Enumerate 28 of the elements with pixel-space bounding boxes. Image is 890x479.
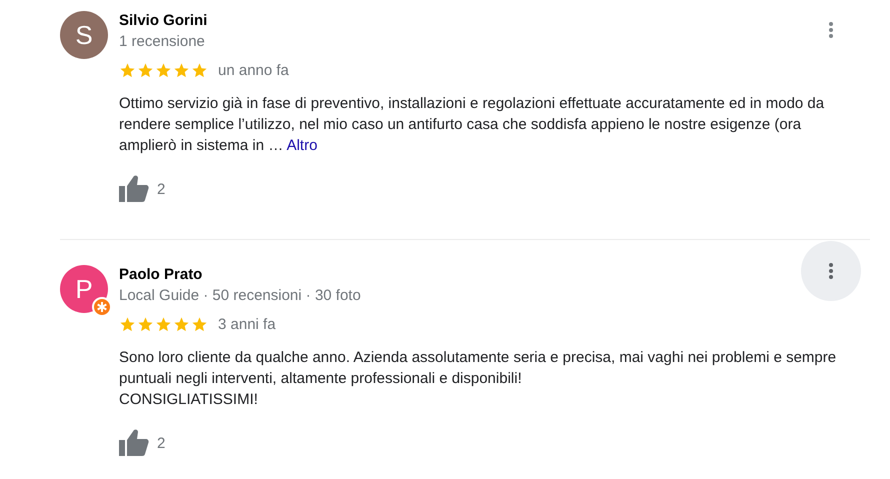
review-text: CONSIGLIATISSIMI! — [119, 390, 259, 410]
reviewer-name[interactable]: Silvio Gorini — [119, 10, 870, 31]
star-icon — [191, 316, 208, 333]
review-time: 3 anni fa — [218, 315, 276, 335]
like-count: 2 — [157, 180, 166, 200]
more-options-icon — [828, 21, 834, 39]
avatar[interactable]: P — [60, 265, 108, 313]
thumbs-up-icon[interactable] — [119, 175, 149, 203]
star-icon — [155, 62, 172, 79]
star-icon — [119, 62, 136, 79]
star-icon — [137, 316, 154, 333]
review-text: Ottimo servizio già in fase di preventivo, installazioni e regolazioni effettuate accuratamente ed in modo da rendere semplice l’utilizzo, nel mio caso un antifurto casa che soddisfa appieno le nostre esigenze (ora amplierò in sistema in … Altro — [119, 94, 826, 156]
reviewer-name[interactable]: Paolo Prato — [119, 264, 870, 285]
more-options-icon — [828, 262, 834, 280]
reviewer-info: Local Guide · 50 recensioni · 30 foto — [119, 286, 362, 306]
star-icon — [119, 316, 136, 333]
more-link[interactable]: Altro — [286, 137, 318, 154]
review-time: un anno fa — [218, 61, 289, 81]
review-text: Sono loro cliente da qualche anno. Azienda assolutamente seria e precisa, mai vaghi nei problemi e sempre puntuali negli interventi, altamente professionali e disponibili! — [119, 348, 838, 389]
star-icon — [137, 62, 154, 79]
thumbs-up-icon[interactable] — [119, 429, 149, 457]
star-icon — [173, 62, 190, 79]
star-icon — [155, 316, 172, 333]
star-icon — [173, 316, 190, 333]
reviewer-info: 1 recensione — [119, 32, 206, 52]
avatar[interactable]: S — [60, 11, 108, 59]
star-icon — [191, 62, 208, 79]
like-count: 2 — [157, 434, 166, 454]
